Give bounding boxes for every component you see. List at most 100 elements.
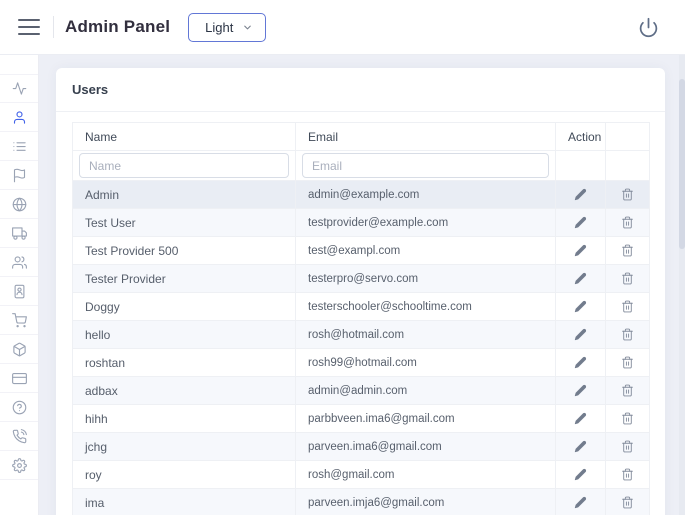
- vertical-scrollbar[interactable]: [679, 55, 685, 515]
- pencil-icon[interactable]: [570, 466, 591, 483]
- user-email-cell: parveen.ima6@gmail.com: [295, 432, 556, 461]
- user-name-cell: Test Provider 500: [72, 236, 296, 265]
- column-header-name[interactable]: Name: [72, 122, 296, 151]
- delete-action-cell: [605, 488, 650, 515]
- hamburger-icon[interactable]: [18, 19, 40, 35]
- user-name-cell: roshtan: [72, 348, 296, 377]
- card-title: Users: [72, 82, 109, 97]
- delete-action-cell: [605, 432, 650, 461]
- sidebar-item-activity[interactable]: [0, 74, 38, 103]
- sidebar-item-truck[interactable]: [0, 219, 38, 248]
- trash-icon[interactable]: [617, 410, 638, 427]
- delete-action-cell: [605, 320, 650, 349]
- sidebar-item-user[interactable]: [0, 103, 38, 132]
- sidebar-item-users[interactable]: [0, 248, 38, 277]
- phone-icon: [12, 428, 27, 444]
- header-divider: [53, 16, 54, 38]
- edit-action-cell: [555, 208, 606, 237]
- edit-action-cell: [555, 320, 606, 349]
- user-email-cell: rosh@gmail.com: [295, 460, 556, 489]
- sidebar-item-phone[interactable]: [0, 422, 38, 451]
- sidebar-item-id-badge[interactable]: [0, 277, 38, 306]
- user-name-cell: roy: [72, 460, 296, 489]
- pencil-icon[interactable]: [570, 298, 591, 315]
- trash-icon[interactable]: [617, 494, 638, 511]
- delete-action-cell: [605, 376, 650, 405]
- trash-icon[interactable]: [617, 382, 638, 399]
- pencil-icon[interactable]: [570, 438, 591, 455]
- user-email-cell: rosh@hotmail.com: [295, 320, 556, 349]
- trash-icon[interactable]: [617, 214, 638, 231]
- table-row: hello rosh@hotmail.com: [72, 320, 650, 349]
- theme-select[interactable]: Light: [188, 12, 267, 42]
- sidebar-item-globe[interactable]: [0, 190, 38, 219]
- help-circle-icon: [12, 400, 27, 415]
- trash-icon[interactable]: [617, 466, 638, 483]
- pencil-icon[interactable]: [570, 242, 591, 259]
- sidebar-item-help-circle[interactable]: [0, 393, 38, 422]
- user-email-cell: test@exampl.com: [295, 236, 556, 265]
- trash-icon[interactable]: [617, 354, 638, 371]
- pencil-icon[interactable]: [570, 382, 591, 399]
- delete-action-cell: [605, 264, 650, 293]
- sidebar-item-credit-card[interactable]: [0, 364, 38, 393]
- filter-empty-cell: [555, 150, 606, 181]
- trash-icon[interactable]: [617, 186, 638, 203]
- delete-action-cell: [605, 292, 650, 321]
- email-filter-input[interactable]: [302, 153, 549, 178]
- column-header-email[interactable]: Email: [295, 122, 556, 151]
- pencil-icon[interactable]: [570, 410, 591, 427]
- card-title-row: Users: [56, 68, 665, 112]
- sidebar-item-box[interactable]: [0, 335, 38, 364]
- edit-action-cell: [555, 292, 606, 321]
- user-email-cell: admin@example.com: [295, 180, 556, 209]
- table-row: ima parveen.imja6@gmail.com: [72, 488, 650, 515]
- edit-action-cell: [555, 264, 606, 293]
- delete-action-cell: [605, 180, 650, 209]
- trash-icon[interactable]: [617, 242, 638, 259]
- table-row: Tester Provider testerpro@servo.com: [72, 264, 650, 293]
- delete-action-cell: [605, 460, 650, 489]
- name-filter-input[interactable]: [79, 153, 289, 178]
- user-name-cell: hello: [72, 320, 296, 349]
- pencil-icon[interactable]: [570, 186, 591, 203]
- sidebar-item-list[interactable]: [0, 132, 38, 161]
- gear-icon: [11, 457, 27, 473]
- scrollbar-thumb[interactable]: [679, 79, 685, 249]
- table-row: roy rosh@gmail.com: [72, 460, 650, 489]
- user-name-cell: jchg: [72, 432, 296, 461]
- pencil-icon[interactable]: [570, 214, 591, 231]
- theme-select-value: Light: [205, 19, 234, 35]
- sidebar-item-flag[interactable]: [0, 161, 38, 190]
- top-header: Admin Panel Light: [0, 0, 685, 55]
- pencil-icon[interactable]: [570, 270, 591, 287]
- edit-action-cell: [555, 404, 606, 433]
- chevron-down-icon: [244, 25, 252, 29]
- edit-action-cell: [555, 432, 606, 461]
- power-icon[interactable]: [638, 17, 659, 38]
- pencil-icon[interactable]: [570, 354, 591, 371]
- table-row: jchg parveen.ima6@gmail.com: [72, 432, 650, 461]
- user-name-cell: Doggy: [72, 292, 296, 321]
- pencil-icon[interactable]: [570, 494, 591, 511]
- pencil-icon[interactable]: [570, 326, 591, 343]
- user-name-cell: Tester Provider: [72, 264, 296, 293]
- trash-icon[interactable]: [617, 326, 638, 343]
- id-badge-icon: [12, 284, 27, 299]
- user-email-cell: testerschooler@schooltime.com: [295, 292, 556, 321]
- user-email-cell: parveen.imja6@gmail.com: [295, 488, 556, 515]
- sidebar-item-gear[interactable]: [0, 451, 38, 480]
- user-name-cell: adbax: [72, 376, 296, 405]
- trash-icon[interactable]: [617, 298, 638, 315]
- user-email-cell: admin@admin.com: [295, 376, 556, 405]
- users-icon: [11, 255, 27, 270]
- table-row: hihh parbbveen.ima6@gmail.com: [72, 404, 650, 433]
- page-title: Admin Panel: [65, 17, 171, 36]
- list-icon: [12, 139, 27, 154]
- trash-icon[interactable]: [617, 270, 638, 287]
- sidebar-item-cart[interactable]: [0, 306, 38, 335]
- edit-action-cell: [555, 376, 606, 405]
- edit-action-cell: [555, 488, 606, 515]
- trash-icon[interactable]: [617, 438, 638, 455]
- table-row: Test User testprovider@example.com: [72, 208, 650, 237]
